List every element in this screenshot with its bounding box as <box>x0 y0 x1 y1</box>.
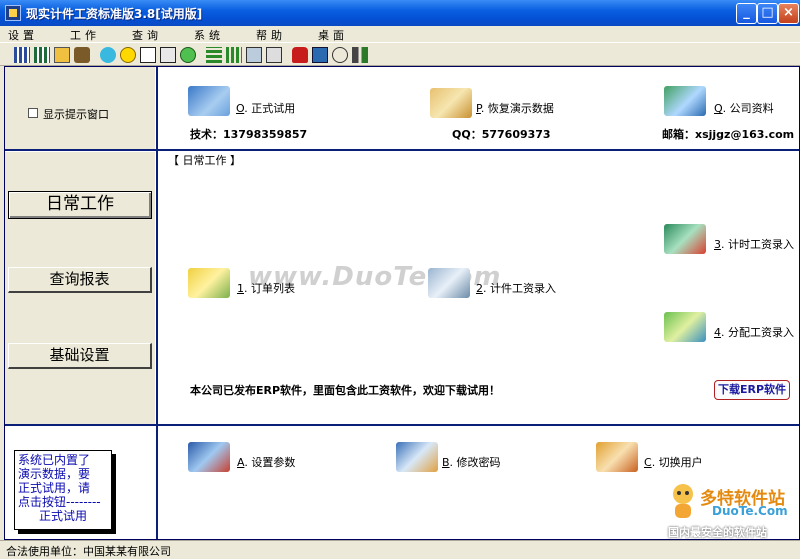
minimize-button[interactable]: _ <box>736 3 757 24</box>
app-window: 现实计件工资标准版3.8[试用版] _ □ × 设置 工作 查询 系统 帮助 桌… <box>0 0 800 558</box>
tip-box: 系统已内置了 演示数据，要 正式试用，请 点击按钮-------- 正式试用 <box>14 450 112 530</box>
company-icon[interactable] <box>664 86 706 116</box>
edit-icon[interactable] <box>100 47 116 63</box>
nav-daily-work-button[interactable]: 日常工作 <box>8 191 152 219</box>
maximize-button[interactable]: □ <box>757 3 778 24</box>
divider <box>156 67 158 539</box>
logo-slogan: 国内最安全的软件站 <box>668 526 767 539</box>
order-list-icon[interactable] <box>188 268 230 298</box>
tip-formal-trial-button[interactable]: 正式试用 <box>18 509 108 523</box>
allocate-wage-icon[interactable] <box>664 312 706 342</box>
chart-icon[interactable] <box>206 47 222 63</box>
switch-user-icon[interactable] <box>596 442 638 472</box>
status-bar: 合法使用单位：中国某某有限公司 <box>0 540 800 558</box>
face-icon[interactable] <box>180 47 196 63</box>
time-wage-icon[interactable] <box>664 224 706 254</box>
link-settings[interactable]: A. 设置参数 <box>237 454 295 470</box>
list-icon[interactable] <box>160 47 176 63</box>
exit-icon[interactable] <box>352 47 368 63</box>
status-text: 合法使用单位：中国某某有限公司 <box>6 545 171 558</box>
report-icon[interactable] <box>140 47 156 63</box>
tip-line: 系统已内置了 <box>18 453 91 467</box>
document-icon[interactable] <box>266 47 282 63</box>
link-piece-wage-entry[interactable]: 2. 计件工资录入 <box>476 280 556 296</box>
logo-site: DuoTe.Com <box>712 504 788 518</box>
menu-desktop[interactable]: 桌面 <box>318 27 348 43</box>
email-address: 邮箱：xsjjgz@163.com <box>662 128 795 141</box>
smiley-icon[interactable] <box>120 47 136 63</box>
link-company-info[interactable]: Q. 公司资料 <box>714 100 774 116</box>
link-switch-user[interactable]: C. 切换用户 <box>644 454 703 470</box>
menu-system[interactable]: 系统 <box>194 27 224 43</box>
link-change-password[interactable]: B. 修改密码 <box>442 454 501 470</box>
database-icon[interactable] <box>74 47 90 63</box>
grid-icon[interactable] <box>14 47 30 63</box>
nav-base-settings-button[interactable]: 基础设置 <box>8 343 152 369</box>
tip-line: 点击按钮-------- <box>18 495 101 509</box>
divider <box>5 424 799 426</box>
link-order-list[interactable]: 1. 订单列表 <box>237 280 295 296</box>
link-formal-trial[interactable]: O. 正式试用 <box>236 100 295 116</box>
calendar-icon[interactable] <box>246 47 262 63</box>
stop-icon[interactable] <box>292 47 308 63</box>
show-tip-checkbox[interactable] <box>28 108 38 118</box>
divider <box>5 149 799 151</box>
menu-work[interactable]: 工作 <box>70 27 100 43</box>
menu-help[interactable]: 帮助 <box>256 27 286 43</box>
section-label: 【 日常工作 】 <box>168 154 241 167</box>
tip-line: 正式试用，请 <box>18 481 91 495</box>
calculator-icon[interactable] <box>312 47 328 63</box>
erp-promo-text: 本公司已发布ERP软件，里面包含此工资软件，欢迎下载试用！ <box>190 384 501 397</box>
columns-icon[interactable] <box>226 47 242 63</box>
restore-data-icon[interactable] <box>430 88 472 118</box>
link-allocate-wage-entry[interactable]: 4. 分配工资录入 <box>714 324 794 340</box>
menu-query[interactable]: 查询 <box>132 27 162 43</box>
settings-icon[interactable] <box>188 442 230 472</box>
table-icon[interactable] <box>34 47 50 63</box>
show-tip-label: 显示提示窗口 <box>43 108 109 121</box>
computer-icon[interactable] <box>188 86 230 116</box>
close-button[interactable]: × <box>778 3 799 24</box>
nav-query-report-button[interactable]: 查询报表 <box>8 267 152 293</box>
mascot-icon <box>668 482 698 520</box>
link-restore-data[interactable]: P. 恢复演示数据 <box>476 100 554 116</box>
title-bar[interactable]: 现实计件工资标准版3.8[试用版] _ □ × <box>0 0 800 26</box>
qq-number: QQ：577609373 <box>452 128 551 141</box>
menu-settings[interactable]: 设置 <box>8 27 38 43</box>
link-time-wage-entry[interactable]: 3. 计时工资录入 <box>714 236 794 252</box>
piece-wage-icon[interactable] <box>428 268 470 298</box>
tip-line: 演示数据，要 <box>18 467 91 481</box>
menu-bar: 设置 工作 查询 系统 帮助 桌面 <box>0 26 800 42</box>
tech-phone: 技术：13798359857 <box>190 128 308 141</box>
password-icon[interactable] <box>396 442 438 472</box>
window-title: 现实计件工资标准版3.8[试用版] <box>26 7 203 21</box>
window-icon[interactable] <box>54 47 70 63</box>
toolbar <box>0 42 800 66</box>
help-icon[interactable] <box>332 47 348 63</box>
download-erp-button[interactable]: 下载ERP软件 <box>714 380 790 400</box>
app-icon <box>5 5 21 21</box>
